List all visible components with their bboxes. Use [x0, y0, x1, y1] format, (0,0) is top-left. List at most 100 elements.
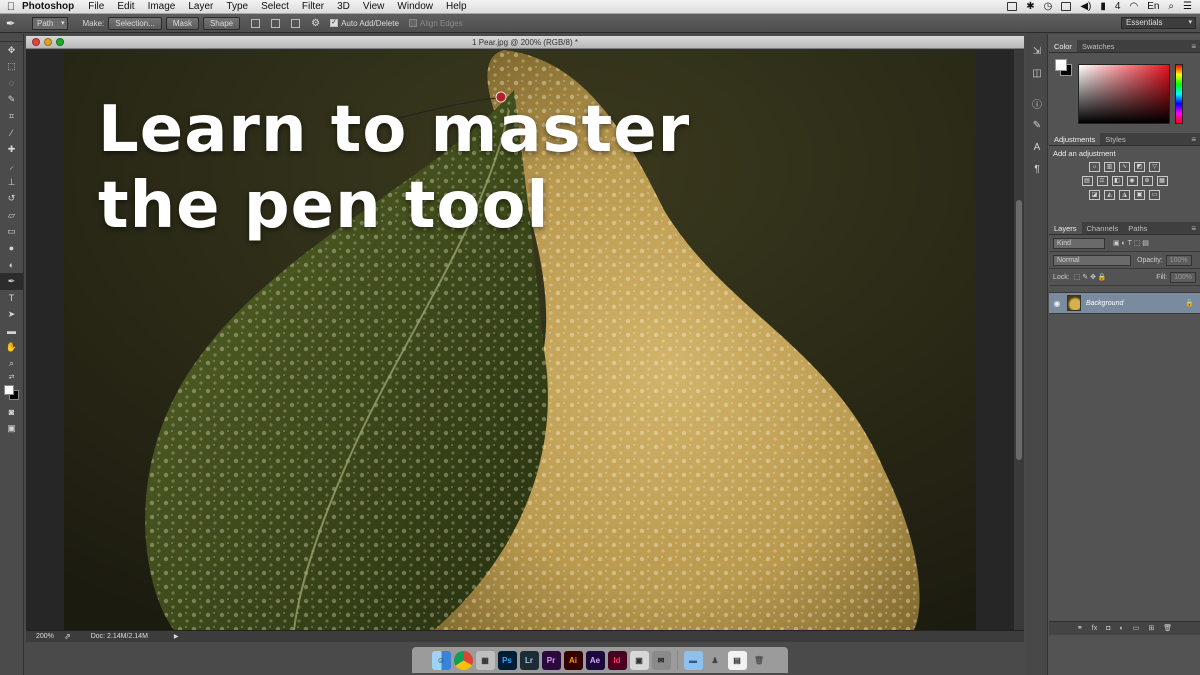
zoom-level[interactable]: 200% — [36, 633, 64, 640]
photo-filter-icon[interactable]: ◉ — [1126, 176, 1138, 186]
after-effects-icon[interactable]: Ae — [585, 650, 605, 670]
blend-mode-dropdown[interactable]: Normal — [1053, 254, 1131, 266]
menu-select[interactable]: Select — [261, 1, 289, 12]
export-icon[interactable]: ⇗ — [64, 632, 71, 641]
finder-icon[interactable]: ☺ — [431, 650, 451, 670]
menu-window[interactable]: Window — [397, 1, 433, 12]
type-tool-icon[interactable]: T — [0, 290, 23, 307]
path-selection-tool-icon[interactable]: ➤ — [0, 306, 23, 323]
dodge-tool-icon[interactable]: ◐ — [0, 257, 23, 274]
zoom-window-button[interactable] — [56, 38, 64, 46]
swap-colors-icon[interactable]: ⇄ — [0, 372, 23, 382]
selective-color-icon[interactable]: ▣ — [1134, 190, 1145, 200]
tab-adjustments[interactable]: Adjustments — [1049, 133, 1101, 145]
lasso-tool-icon[interactable]: ◌ — [0, 75, 23, 92]
menu-help[interactable]: Help — [446, 1, 467, 12]
new-layer-icon[interactable]: ⊞ — [1148, 622, 1154, 635]
color-lookup-icon[interactable]: ▦ — [1156, 176, 1168, 186]
screen-mode-icon[interactable]: ▣ — [0, 421, 23, 438]
vertical-scrollbar[interactable] — [1014, 50, 1024, 630]
tab-styles[interactable]: Styles — [1100, 133, 1130, 145]
premiere-icon[interactable]: Pr — [541, 650, 561, 670]
folder-icon[interactable]: ▬ — [683, 650, 703, 670]
battery-icon[interactable]: ▮ — [1100, 1, 1106, 12]
clone-stamp-tool-icon[interactable]: ⊥ — [0, 174, 23, 191]
tab-paths[interactable]: Paths — [1123, 222, 1152, 234]
lightroom-icon[interactable]: Lr — [519, 650, 539, 670]
foreground-color-swatch[interactable] — [4, 385, 14, 395]
hand-tool-icon[interactable]: ✋ — [0, 339, 23, 356]
menu-3d[interactable]: 3D — [337, 1, 350, 12]
curves-icon[interactable]: ∿ — [1119, 162, 1130, 172]
bluetooth-icon[interactable]: ✱ — [1026, 1, 1034, 12]
auto-add-delete-checkbox[interactable]: ✓ — [330, 19, 339, 27]
app-menu[interactable]: Photoshop — [22, 1, 74, 12]
eye-icon[interactable]: ◉ — [1049, 299, 1065, 308]
apple-menu-icon[interactable]:  — [0, 1, 22, 13]
menu-type[interactable]: Type — [226, 1, 248, 12]
menu-view[interactable]: View — [363, 1, 385, 12]
tab-layers[interactable]: Layers — [1049, 222, 1082, 234]
notes-icon[interactable]: ▤ — [727, 650, 747, 670]
history-brush-tool-icon[interactable]: ↺ — [0, 191, 23, 208]
eraser-tool-icon[interactable]: ▱ — [0, 207, 23, 224]
delete-layer-icon[interactable]: 🗑 — [1163, 622, 1172, 635]
blur-tool-icon[interactable]: ● — [0, 240, 23, 257]
automator-icon[interactable]: ♟ — [706, 651, 725, 670]
color-balance-icon[interactable]: ⚖ — [1096, 176, 1108, 186]
menu-file[interactable]: File — [88, 1, 104, 12]
black-white-icon[interactable]: ◧ — [1111, 176, 1123, 186]
tab-swatches[interactable]: Swatches — [1077, 40, 1120, 52]
align-edges-checkbox[interactable] — [408, 19, 417, 27]
time-machine-icon[interactable]: ◷ — [1044, 1, 1053, 12]
layer-filter-kind[interactable]: Kind — [1053, 237, 1105, 249]
notification-center-icon[interactable]: ☰ — [1183, 1, 1192, 12]
hue-saturation-icon[interactable]: ▤ — [1081, 176, 1093, 186]
fill-value[interactable]: 100% — [1170, 271, 1196, 283]
rectangle-tool-icon[interactable]: ▬ — [0, 323, 23, 340]
invert-icon[interactable]: ◪ — [1089, 190, 1100, 200]
threshold-icon[interactable]: ◮ — [1119, 190, 1130, 200]
volume-icon[interactable]: ◀) — [1080, 1, 1091, 12]
menu-filter[interactable]: Filter — [302, 1, 324, 12]
spotlight-icon[interactable]: ⌕ — [1168, 1, 1174, 12]
screen-icon[interactable] — [1007, 2, 1018, 11]
add-mask-icon[interactable]: ◘ — [1106, 622, 1110, 635]
photoshop-icon[interactable]: Ps — [497, 650, 517, 670]
indesign-icon[interactable]: Id — [607, 650, 627, 670]
preview-icon[interactable]: ▦ — [475, 650, 495, 670]
chrome-icon[interactable] — [453, 650, 473, 670]
quick-select-tool-icon[interactable]: ✎ — [0, 92, 23, 109]
path-operations-icon[interactable] — [251, 18, 261, 28]
path-alignment-icon[interactable] — [271, 18, 281, 28]
layer-row-background[interactable]: ◉ Background 🔒 — [1049, 292, 1200, 314]
eyedropper-tool-icon[interactable]: ⁄ — [0, 125, 23, 142]
foreground-color-box[interactable] — [1055, 59, 1067, 71]
wifi-icon[interactable]: ◠ — [1129, 1, 1138, 12]
levels-icon[interactable]: ▥ — [1104, 162, 1115, 172]
new-group-icon[interactable]: ▭ — [1133, 622, 1140, 635]
info-panel-icon[interactable]: ⓘ — [1026, 92, 1048, 114]
opacity-value[interactable]: 100% — [1165, 254, 1192, 266]
pen-tool-icon[interactable]: ✒ — [6, 17, 24, 30]
menu-edit[interactable]: Edit — [117, 1, 134, 12]
exposure-icon[interactable]: ◩ — [1134, 162, 1145, 172]
mask-button[interactable]: Mask — [165, 16, 199, 30]
link-layers-icon[interactable]: ⚭ — [1077, 622, 1083, 635]
panel-menu-icon[interactable]: ≡ — [1191, 40, 1200, 52]
properties-panel-icon[interactable]: ◫ — [1026, 62, 1048, 84]
trash-icon[interactable]: 🗑 — [750, 651, 769, 670]
panel-menu-icon[interactable]: ≡ — [1191, 133, 1200, 145]
channel-mixer-icon[interactable]: ⊕ — [1141, 176, 1153, 186]
quick-mask-icon[interactable]: ◙ — [0, 404, 23, 421]
path-arrangement-icon[interactable] — [291, 18, 301, 28]
menu-layer[interactable]: Layer — [188, 1, 213, 12]
new-adjustment-icon[interactable]: ◐ — [1119, 622, 1123, 635]
brush-tool-icon[interactable]: ⸝ — [0, 158, 23, 175]
input-source[interactable]: En — [1147, 1, 1159, 12]
mail-icon[interactable]: ✉ — [651, 650, 671, 670]
color-swatches[interactable] — [0, 382, 23, 404]
minimize-window-button[interactable] — [44, 38, 52, 46]
color-spectrum[interactable] — [1078, 64, 1170, 124]
character-panel-icon[interactable]: A — [1026, 136, 1048, 158]
